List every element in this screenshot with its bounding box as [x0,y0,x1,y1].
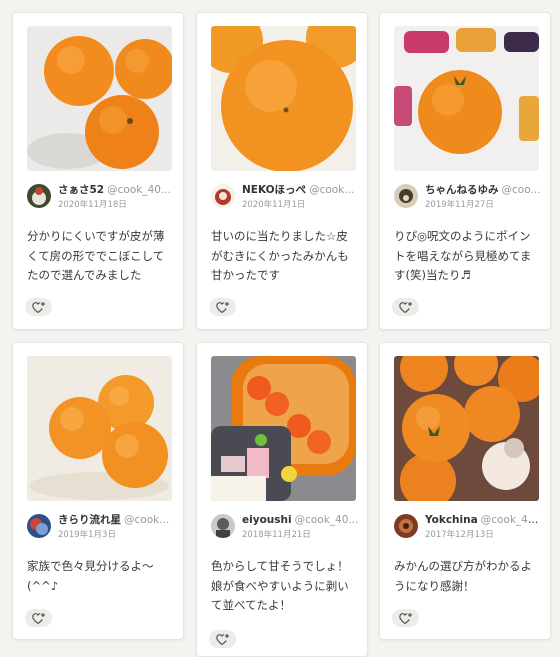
like-button[interactable] [209,630,236,648]
report-date: 2020年11月18日 [58,200,127,210]
report-text: 色からして甘そうでしょ！娘が食べやすいように剥いて並べてたよ！ [211,559,349,612]
heart-plus-icon [398,301,412,313]
user-name[interactable]: きらり流れ星 [58,514,121,526]
avatar[interactable] [211,514,235,538]
author-row: NEKOほっぺ @cook... 2020年11月1日 [211,184,361,210]
report-text: 甘いのに当たりました☆皮がむきにくかったみかんも甘かったです [211,229,349,282]
avatar[interactable] [394,184,418,208]
user-name[interactable]: さぁさ52 [58,184,104,196]
report-card[interactable]: きらり流れ星 @cook... 2019年1月3日 家族で色々見分けるよ〜(^^♪ [12,342,184,640]
report-date: 2018年11月21日 [242,530,311,540]
user-id: @cook... [309,184,355,196]
like-button[interactable] [392,609,419,627]
report-card[interactable]: Yokchina @cook_40... 2017年12月13日 みかんの選び方が… [379,342,551,640]
user-id: @cook... [124,514,170,526]
user-id: @coo... [501,184,541,196]
report-date: 2020年11月1日 [242,200,306,210]
mandarin-photo[interactable] [394,356,539,501]
report-text: 分かりにくいですが皮が薄くて房の形ででこぼこしてたので選んでみました [27,229,165,282]
author-row: eiyoushi @cook_40... 2018年11月21日 [211,514,361,540]
report-text: りぴ◎呪文のようにポイントを唱えながら見極めてます(笑)当たり♬ [394,229,532,282]
user-id: @cook_40... [107,184,171,196]
mandarin-photo[interactable] [27,26,172,171]
like-button[interactable] [25,298,52,316]
user-name[interactable]: Yokchina [425,514,478,526]
like-button[interactable] [25,609,52,627]
report-card[interactable]: NEKOほっぺ @cook... 2020年11月1日 甘いのに当たりました☆皮が… [196,12,368,330]
tsukurepo-grid: さぁさ52 @cook_40... 2020年11月18日 分かりにくいですが皮が… [9,12,553,657]
report-date: 2017年12月13日 [425,530,494,540]
author-row: Yokchina @cook_40... 2017年12月13日 [394,514,544,540]
mandarin-bento-photo[interactable] [211,356,356,501]
author-row: ちゃんねるゆみ @coo... 2019年11月27日 [394,184,544,210]
like-button[interactable] [209,298,236,316]
heart-plus-icon [215,301,229,313]
avatar[interactable] [394,514,418,538]
heart-plus-icon [215,633,229,645]
heart-plus-icon [398,612,412,624]
report-date: 2019年1月3日 [58,530,116,540]
report-card[interactable]: eiyoushi @cook_40... 2018年11月21日 色からして甘そう… [196,342,368,657]
user-name[interactable]: ちゃんねるゆみ [425,184,499,196]
user-name[interactable]: eiyoushi [242,514,292,526]
mandarin-photo[interactable] [211,26,356,171]
author-row: さぁさ52 @cook_40... 2020年11月18日 [27,184,177,210]
like-button[interactable] [392,298,419,316]
mandarin-photo[interactable] [27,356,172,501]
report-card[interactable]: ちゃんねるゆみ @coo... 2019年11月27日 りぴ◎呪文のようにポイント… [379,12,551,330]
avatar[interactable] [27,184,51,208]
user-id: @cook_40... [294,514,359,526]
user-id: @cook_40... [480,514,543,526]
heart-plus-icon [31,612,45,624]
avatar[interactable] [27,514,51,538]
report-card[interactable]: さぁさ52 @cook_40... 2020年11月18日 分かりにくいですが皮が… [12,12,184,330]
heart-plus-icon [31,301,45,313]
author-row: きらり流れ星 @cook... 2019年1月3日 [27,514,177,540]
mandarin-photo[interactable] [394,26,539,171]
report-text: 家族で色々見分けるよ〜(^^♪ [27,559,154,593]
user-name[interactable]: NEKOほっぺ [242,184,306,196]
report-date: 2019年11月27日 [425,200,494,210]
report-text: みかんの選び方がわかるようになり感謝！ [394,559,532,593]
avatar[interactable] [211,184,235,208]
